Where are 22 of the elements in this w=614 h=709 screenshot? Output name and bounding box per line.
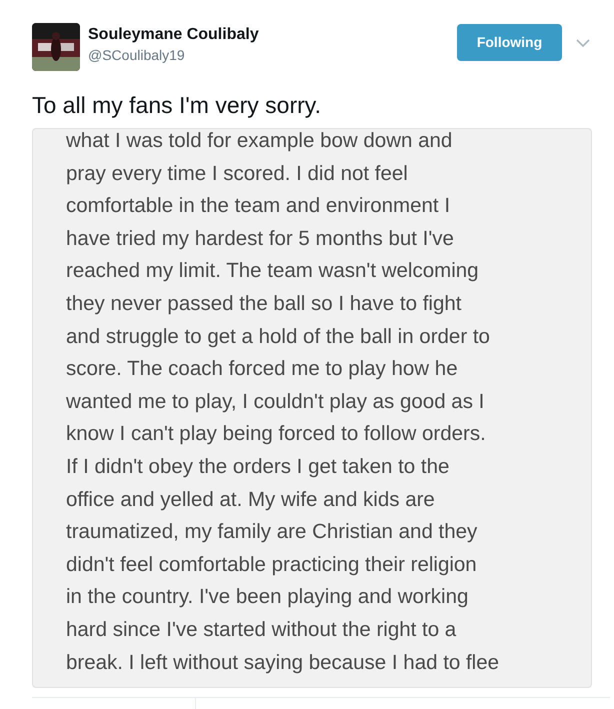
note-line: hard since I've started without the right to a <box>66 616 458 643</box>
note-line: traumatized, my family are Christian and they <box>66 519 478 546</box>
note-line: reached my limit. The team wasn't welcoming <box>66 258 480 284</box>
note-line: have tried my hardest for 5 months but I've <box>66 226 455 252</box>
note-line: score. The coach forced me to play how he <box>66 356 459 382</box>
following-button[interactable]: Following <box>457 24 562 60</box>
tweet-text: To all my fans I'm very sorry. <box>31 91 322 120</box>
note-line: in the country. I've been playing and working <box>66 584 470 610</box>
note-line: and struggle to get a hold of the ball in order to <box>66 324 491 350</box>
note-line: break. I left without saying because I had to flee <box>66 650 500 676</box>
note-line: pray every time I scored. I did not feel <box>66 160 409 187</box>
note-line: office and yelled at. My wife and kids are <box>66 486 436 513</box>
note-line: comfortable in the team and environment I <box>66 193 452 220</box>
note-line: If I didn't obey the orders I get taken to the <box>66 454 450 480</box>
chevron-down-icon[interactable] <box>576 39 590 47</box>
note-line: they never passed the ball so I have to fight <box>66 290 462 317</box>
note-line: what I was told for example bow down and <box>66 129 454 154</box>
note-line: didn't feel comfortable practicing their religion <box>66 552 478 578</box>
note-line: know I can't play being forced to follow orders. <box>66 421 487 448</box>
note-line: wanted me to play, I couldn't play as good as I <box>66 388 486 415</box>
author-handle[interactable]: @SCoulibaly19 <box>88 46 457 62</box>
author-name[interactable]: Souleymane Coulibaly <box>88 26 457 44</box>
